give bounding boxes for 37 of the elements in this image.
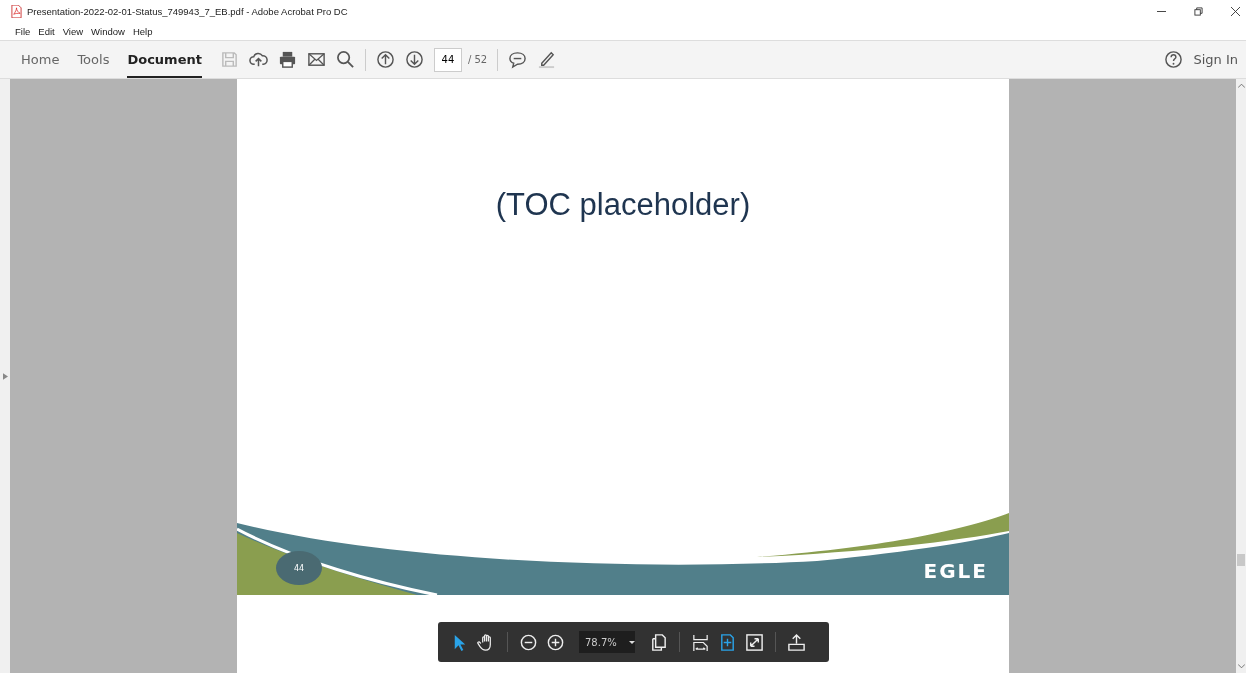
menu-item[interactable]: File (15, 25, 31, 37)
pdf-file-icon (11, 4, 22, 18)
tab[interactable]: Tools (77, 41, 110, 78)
window-title: Presentation-2022-02-01-Status_749943_7_EB.pdf - Adobe Acrobat Pro DC (27, 5, 348, 17)
logo: EGLE (923, 559, 988, 583)
page-up-icon[interactable] (375, 50, 395, 69)
tab[interactable]: Home (21, 41, 60, 78)
caret-icon[interactable] (628, 640, 635, 644)
fit-page-icon[interactable] (718, 632, 737, 652)
scrollbar-thumb[interactable] (1237, 554, 1245, 566)
zoom-in-icon[interactable] (546, 632, 565, 652)
page-total: / 52 (467, 54, 488, 65)
restore-icon[interactable] (1194, 6, 1203, 16)
menu-item[interactable]: Help (132, 25, 153, 37)
scrollbar[interactable] (1236, 79, 1246, 673)
sign-in-link[interactable]: Sign In (1193, 52, 1238, 67)
pages-icon[interactable] (649, 632, 668, 652)
close-icon[interactable] (1231, 6, 1240, 16)
zoom-out-icon[interactable] (519, 632, 538, 652)
share-icon[interactable] (787, 632, 806, 652)
full-screen-icon[interactable] (745, 632, 764, 652)
fit-width-icon[interactable] (691, 632, 710, 652)
cloud-upload-icon[interactable] (248, 50, 268, 69)
menu-item[interactable]: Edit (38, 25, 55, 37)
search-icon[interactable] (335, 50, 355, 69)
expand-panel-icon[interactable] (2, 372, 8, 380)
slide-title: (TOC placeholder) (495, 187, 751, 223)
help-icon[interactable] (1164, 50, 1184, 69)
page-down-icon[interactable] (404, 50, 424, 69)
comment-icon[interactable] (508, 50, 528, 69)
print-icon[interactable] (277, 50, 297, 69)
pen-icon[interactable] (537, 50, 557, 69)
zoom-dropdown[interactable]: 78.7% (579, 631, 635, 653)
page-number-field[interactable]: 44 (433, 47, 462, 72)
menu-item[interactable]: View (62, 25, 84, 37)
mail-icon[interactable] (306, 50, 326, 69)
menu-item[interactable]: Window (91, 25, 125, 37)
